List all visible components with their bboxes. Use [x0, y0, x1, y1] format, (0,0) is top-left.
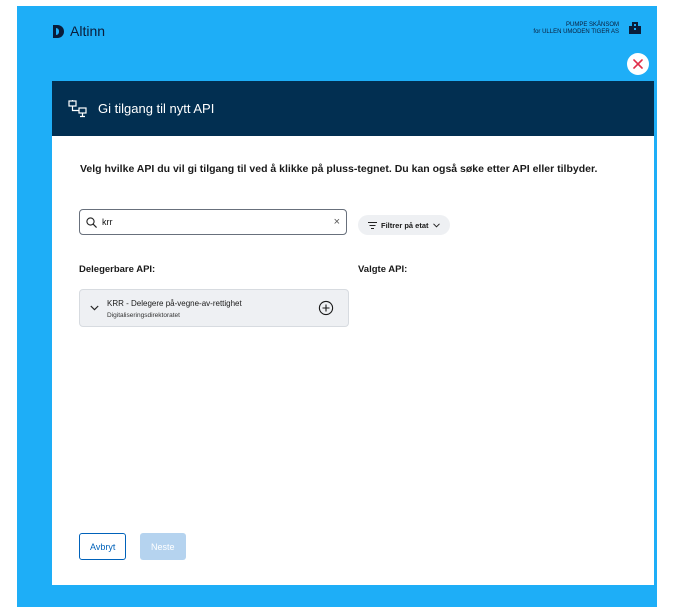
account-user: PUMPE SKÅNSOM	[565, 22, 619, 28]
add-api-button[interactable]	[318, 300, 334, 316]
delegation-modal: Gi tilgang til nytt API Velg hvilke API …	[52, 81, 654, 585]
account-info[interactable]: PUMPE SKÅNSOM for ULLEN UMODEN TIGER AS	[533, 22, 619, 36]
chevron-down-icon	[432, 222, 440, 228]
api-name: KRR - Delegere på-vegne-av-rettighet	[107, 299, 242, 308]
close-icon	[633, 59, 643, 69]
modal-title: Gi tilgang til nytt API	[98, 101, 215, 116]
api-list-item[interactable]: KRR - Delegere på-vegne-av-rettighet Dig…	[79, 289, 349, 327]
account-org: for ULLEN UMODEN TIGER AS	[533, 29, 619, 35]
altinn-logo-icon	[53, 24, 64, 38]
add-circle-icon	[318, 300, 334, 316]
cancel-button[interactable]: Avbryt	[79, 533, 127, 560]
close-button[interactable]	[627, 53, 649, 75]
delegable-api-heading: Delegerbare API:	[79, 264, 156, 275]
brand[interactable]: Altinn	[53, 23, 105, 39]
filter-button[interactable]: Filtrer på etat	[358, 215, 450, 235]
search-icon	[86, 216, 97, 228]
brand-name: Altinn	[70, 23, 106, 39]
intro-text: Velg hvilke API du vil gi tilgang til ve…	[80, 163, 598, 175]
search-input[interactable]	[97, 216, 334, 228]
filter-label: Filtrer på etat	[381, 220, 429, 230]
search-field[interactable]: ×	[79, 209, 347, 235]
api-owner: Digitaliseringsdirektoratet	[107, 312, 180, 319]
modal-header: Gi tilgang til nytt API	[52, 81, 654, 136]
api-network-icon	[68, 99, 87, 117]
selected-api-heading: Valgte API:	[358, 264, 408, 275]
chevron-down-icon[interactable]	[90, 305, 99, 311]
app-frame: Altinn PUMPE SKÅNSOM for ULLEN UMODEN TI…	[17, 6, 657, 607]
account-building-icon[interactable]	[629, 22, 641, 34]
next-button[interactable]: Neste	[140, 533, 186, 560]
filter-icon	[368, 221, 377, 229]
clear-search-button[interactable]: ×	[334, 216, 340, 228]
